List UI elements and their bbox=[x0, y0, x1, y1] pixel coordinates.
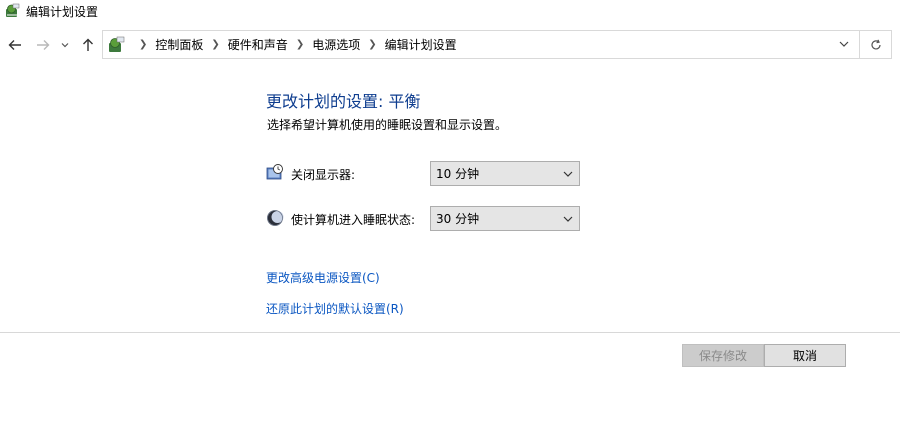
title-bar: 编辑计划设置 bbox=[0, 0, 900, 22]
chevron-down-icon bbox=[563, 171, 573, 177]
breadcrumb-edit-plan-settings[interactable]: 编辑计划设置 bbox=[385, 36, 457, 53]
turn-off-display-select[interactable]: 10 分钟 bbox=[430, 161, 580, 186]
breadcrumb-power-options[interactable]: 电源选项 bbox=[312, 36, 360, 53]
back-arrow-icon[interactable] bbox=[6, 36, 24, 54]
control-panel-icon bbox=[109, 36, 125, 52]
address-dropdown-chevron-icon[interactable] bbox=[837, 37, 851, 51]
chevron-down-icon bbox=[563, 216, 573, 222]
chevron-right-icon[interactable]: ❯ bbox=[296, 39, 304, 50]
up-arrow-icon[interactable] bbox=[79, 36, 97, 54]
page-title: 更改计划的设置: 平衡 bbox=[266, 92, 421, 111]
advanced-power-settings-link[interactable]: 更改高级电源设置(C) bbox=[266, 269, 380, 286]
sleep-value: 30 分钟 bbox=[436, 212, 480, 226]
navigation-bar: ❯ 控制面板 ❯ 硬件和声音 ❯ 电源选项 ❯ 编辑计划设置 bbox=[0, 30, 900, 60]
save-changes-button[interactable]: 保存修改 bbox=[682, 344, 764, 367]
restore-defaults-link[interactable]: 还原此计划的默认设置(R) bbox=[266, 300, 404, 317]
control-panel-icon bbox=[6, 3, 20, 17]
page-description: 选择希望计算机使用的睡眠设置和显示设置。 bbox=[267, 118, 508, 132]
window-title: 编辑计划设置 bbox=[26, 4, 99, 19]
footer-divider bbox=[0, 332, 900, 333]
recent-locations-chevron-icon[interactable] bbox=[59, 36, 71, 54]
sleep-label: 使计算机进入睡眠状态: bbox=[291, 213, 416, 227]
display-clock-icon bbox=[266, 164, 283, 180]
address-bar[interactable]: ❯ 控制面板 ❯ 硬件和声音 ❯ 电源选项 ❯ 编辑计划设置 bbox=[102, 30, 860, 59]
breadcrumb-control-panel[interactable]: 控制面板 bbox=[155, 36, 203, 53]
forward-arrow-icon[interactable] bbox=[34, 36, 52, 54]
breadcrumb-hardware-sound[interactable]: 硬件和声音 bbox=[228, 36, 288, 53]
turn-off-display-label: 关闭显示器: bbox=[291, 168, 356, 182]
chevron-right-icon[interactable]: ❯ bbox=[368, 39, 376, 50]
chevron-right-icon[interactable]: ❯ bbox=[139, 39, 147, 50]
turn-off-display-value: 10 分钟 bbox=[436, 167, 480, 181]
chevron-right-icon[interactable]: ❯ bbox=[211, 39, 219, 50]
sleep-select[interactable]: 30 分钟 bbox=[430, 206, 580, 231]
cancel-button[interactable]: 取消 bbox=[764, 344, 846, 367]
sleep-moon-icon bbox=[267, 210, 284, 226]
refresh-icon[interactable] bbox=[860, 30, 892, 59]
